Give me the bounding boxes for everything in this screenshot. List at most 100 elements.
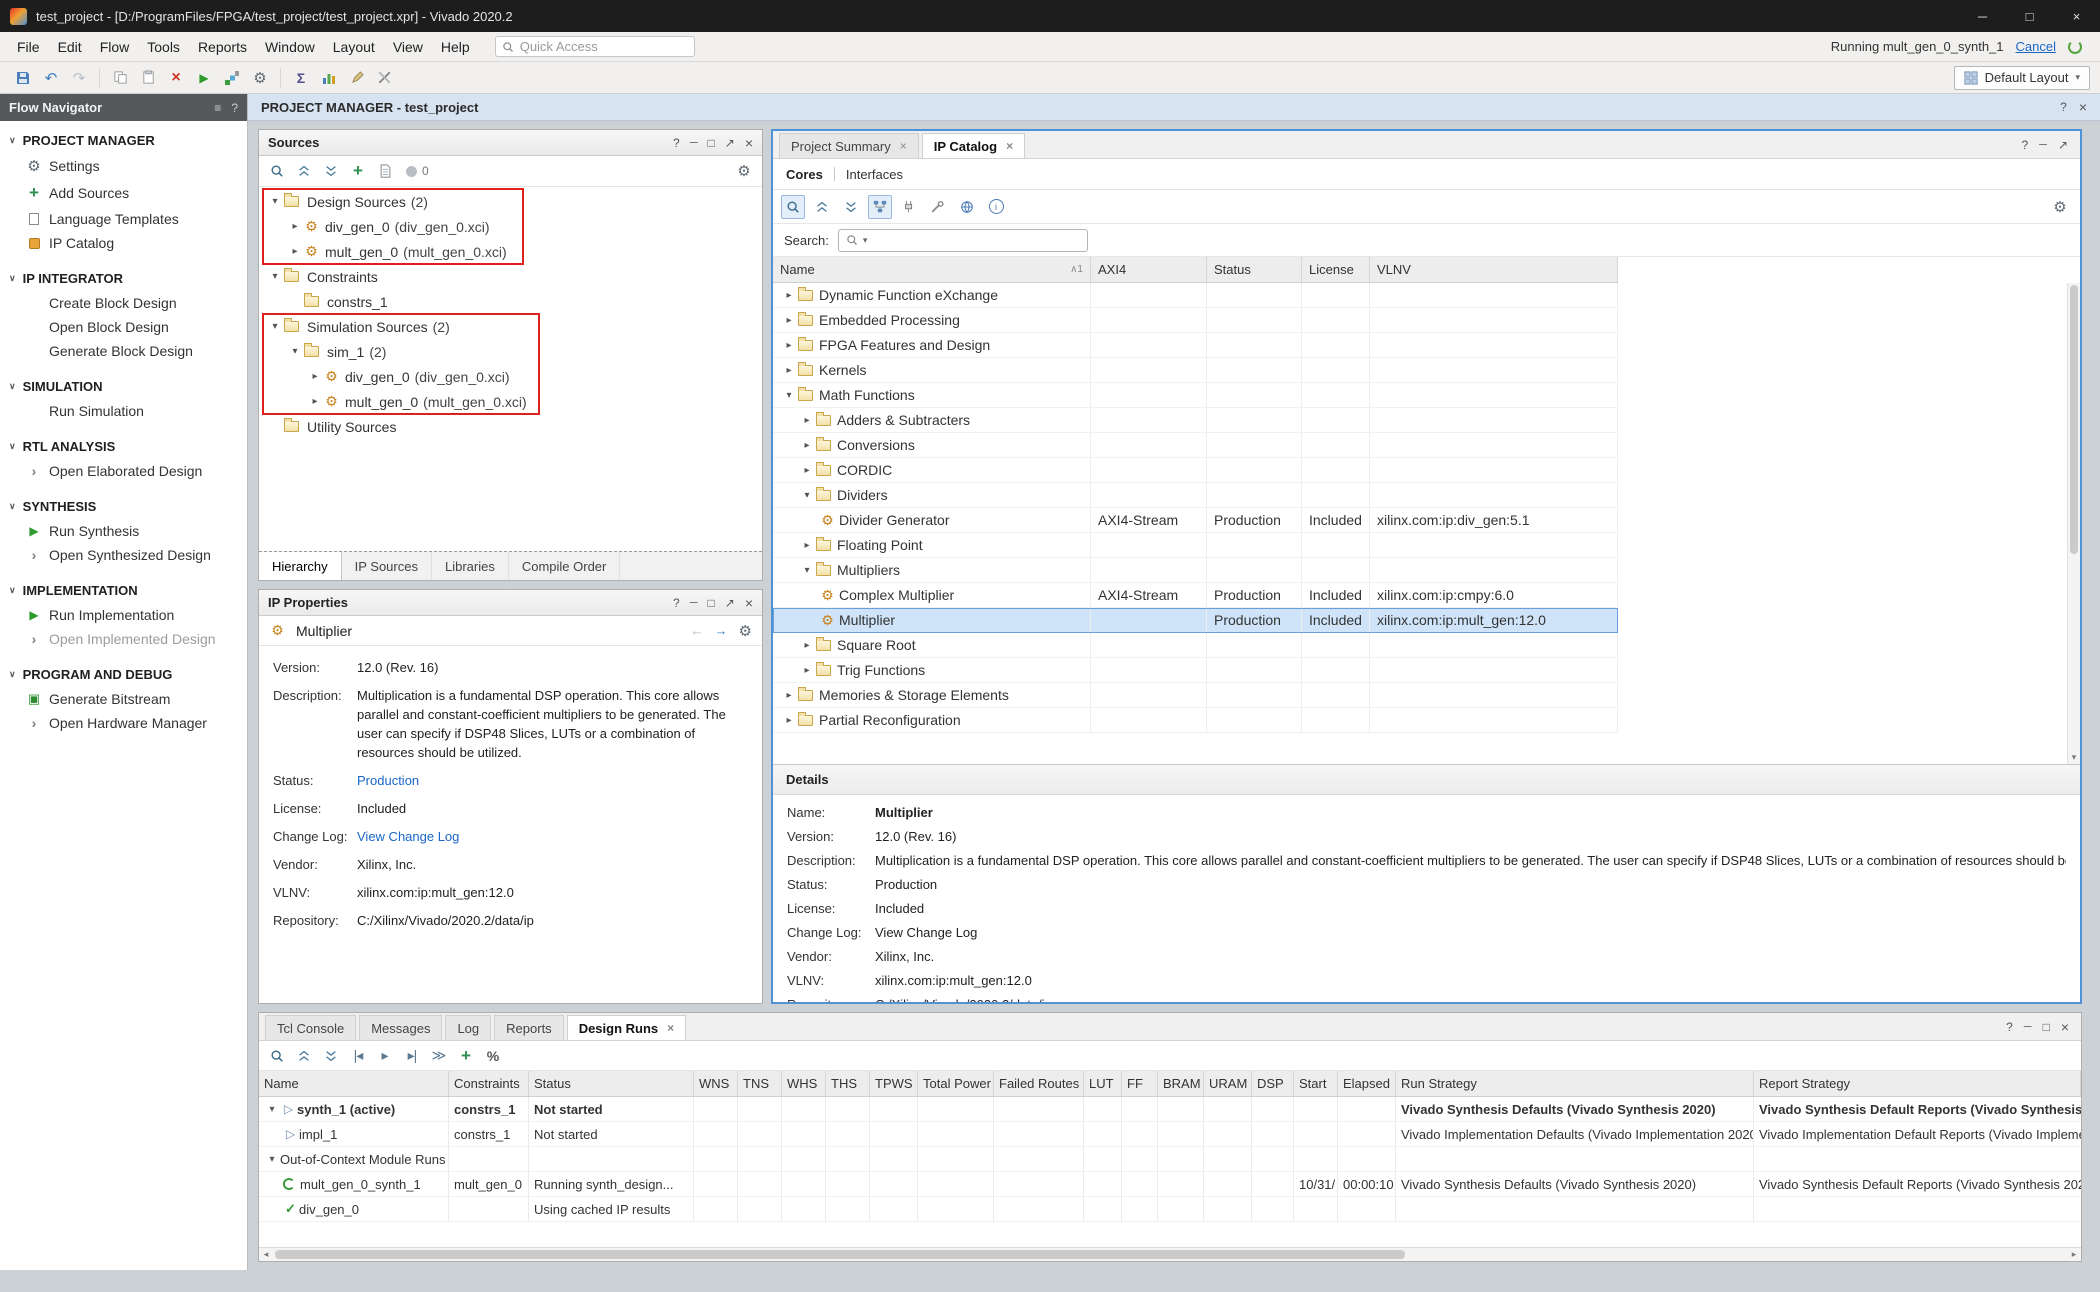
create-run-button[interactable] [454, 1044, 478, 1068]
scroll-right-icon[interactable] [2067, 1248, 2081, 1261]
tab-hierarchy[interactable]: Hierarchy [259, 552, 342, 580]
flow-item-generate-bitstream[interactable]: Generate Bitstream [0, 687, 247, 711]
collapse-all-button[interactable] [292, 1044, 316, 1068]
copy-button[interactable] [107, 65, 133, 91]
subtab-interfaces[interactable]: Interfaces [846, 167, 903, 182]
tools-button[interactable] [372, 65, 398, 91]
collapse-arrow-icon[interactable] [799, 565, 815, 576]
expand-arrow-icon[interactable] [799, 440, 815, 451]
column-header[interactable]: DSP [1252, 1071, 1294, 1096]
expand-all-button[interactable] [319, 1044, 343, 1068]
expand-arrow-icon[interactable] [781, 315, 797, 326]
catalog-row-multiplier-selected[interactable]: MultiplierProductionIncludedxilinx.com:i… [773, 608, 1618, 633]
flow-item-generate-block-design[interactable]: Generate Block Design [0, 339, 247, 363]
expand-arrow-icon[interactable] [799, 540, 815, 551]
flow-item-run-implementation[interactable]: Run Implementation [0, 603, 247, 627]
column-header[interactable]: THS [826, 1071, 870, 1096]
section-header[interactable]: IP INTEGRATOR [0, 266, 247, 291]
catalog-row[interactable]: Memories & Storage Elements [773, 683, 1618, 708]
close-layout-icon[interactable] [2079, 99, 2087, 115]
scrollbar-thumb[interactable] [275, 1250, 1405, 1259]
collapse-arrow-icon[interactable] [264, 1104, 280, 1115]
minimize-panel-icon[interactable] [2024, 1019, 2032, 1035]
search-button[interactable] [265, 1044, 289, 1068]
subtab-cores[interactable]: Cores [786, 167, 823, 182]
menu-flow[interactable]: Flow [91, 32, 139, 61]
tree-row-constrs-1[interactable]: constrs_1 [259, 289, 762, 314]
catalog-row[interactable]: FPGA Features and Design [773, 333, 1618, 358]
tab-compile-order[interactable]: Compile Order [509, 552, 621, 580]
report-summary-button[interactable] [288, 65, 314, 91]
collapse-arrow-icon[interactable] [267, 196, 283, 207]
catalog-row[interactable]: Trig Functions [773, 658, 1618, 683]
close-panel-icon[interactable] [745, 595, 753, 611]
collapse-arrow-icon[interactable] [781, 390, 797, 401]
column-header[interactable]: Total Power [918, 1071, 994, 1096]
cancel-link[interactable]: Cancel [2016, 39, 2056, 54]
minimize-button[interactable]: ─ [1959, 0, 2006, 32]
redo-button[interactable] [66, 65, 92, 91]
tree-row-simulation-sources[interactable]: Simulation Sources(2) [259, 314, 762, 339]
launch-runs-button[interactable] [373, 1044, 397, 1068]
expand-arrow-icon[interactable] [781, 365, 797, 376]
flow-item-ip-catalog[interactable]: IP Catalog [0, 231, 247, 255]
flow-steps-button[interactable] [219, 65, 245, 91]
settings-button[interactable] [247, 65, 273, 91]
column-header[interactable]: FF [1122, 1071, 1158, 1096]
help-icon[interactable] [2006, 1019, 2013, 1035]
horizontal-scrollbar[interactable] [259, 1247, 2081, 1261]
menu-layout[interactable]: Layout [324, 32, 384, 61]
section-header[interactable]: SIMULATION [0, 374, 247, 399]
ip-properties-header[interactable]: IP Properties [259, 590, 762, 616]
delete-button[interactable] [163, 65, 189, 91]
search-button[interactable] [781, 195, 805, 219]
catalog-row[interactable]: Dividers [773, 483, 1618, 508]
scroll-down-icon[interactable] [2068, 752, 2080, 763]
open-file-button[interactable] [373, 159, 397, 183]
menu-file[interactable]: File [8, 32, 49, 61]
collapse-arrow-icon[interactable] [799, 490, 815, 501]
flow-item-open-synthesized-design[interactable]: Open Synthesized Design [0, 543, 247, 567]
expand-arrow-icon[interactable] [307, 396, 323, 407]
maximize-panel-icon[interactable] [725, 135, 735, 151]
expand-arrow-icon[interactable] [781, 290, 797, 301]
column-header[interactable]: BRAM [1158, 1071, 1204, 1096]
close-tab-icon[interactable] [900, 139, 907, 153]
group-by-category-button[interactable] [868, 195, 892, 219]
column-header[interactable]: URAM [1204, 1071, 1252, 1096]
expand-arrow-icon[interactable] [781, 340, 797, 351]
flow-item-create-block-design[interactable]: Create Block Design [0, 291, 247, 315]
catalog-row[interactable]: Multipliers [773, 558, 1618, 583]
flow-item-open-implemented-design[interactable]: Open Implemented Design [0, 627, 247, 651]
column-header[interactable]: WHS [782, 1071, 826, 1096]
minimize-panel-icon[interactable] [2039, 138, 2047, 152]
float-panel-icon[interactable] [708, 595, 715, 611]
help-icon[interactable] [673, 595, 680, 611]
collapse-arrow-icon[interactable] [264, 1154, 280, 1165]
catalog-row[interactable]: Floating Point [773, 533, 1618, 558]
section-header[interactable]: PROJECT MANAGER [0, 128, 247, 153]
chart-button[interactable] [316, 65, 342, 91]
settings-gear-button[interactable] [2048, 195, 2072, 219]
column-header[interactable]: Status [529, 1071, 694, 1096]
tree-row-constraints[interactable]: Constraints [259, 264, 762, 289]
column-header[interactable]: TNS [738, 1071, 782, 1096]
column-header-license[interactable]: License [1302, 257, 1370, 282]
expand-arrow-icon[interactable] [799, 665, 815, 676]
menu-view[interactable]: View [384, 32, 432, 61]
help-icon[interactable] [673, 135, 680, 151]
design-run-row-synth-1[interactable]: synth_1 (active) constrs_1 Not started V… [259, 1097, 2081, 1122]
tab-project-summary[interactable]: Project Summary [779, 133, 919, 158]
undo-button[interactable] [38, 65, 64, 91]
expand-arrow-icon[interactable] [799, 640, 815, 651]
flow-item-open-hardware-manager[interactable]: Open Hardware Manager [0, 711, 247, 735]
column-header[interactable]: Report Strategy [1754, 1071, 2081, 1096]
column-header[interactable]: Elapsed [1338, 1071, 1396, 1096]
float-panel-icon[interactable] [708, 135, 715, 151]
column-header[interactable]: Constraints [449, 1071, 529, 1096]
tree-row-mult-gen-0[interactable]: mult_gen_0(mult_gen_0.xci) [259, 239, 762, 264]
tree-row-div-gen-0[interactable]: div_gen_0(div_gen_0.xci) [259, 214, 762, 239]
panel-menu-icon[interactable] [214, 101, 221, 115]
add-repository-button[interactable] [897, 195, 921, 219]
column-header-axi4[interactable]: AXI4 [1091, 257, 1207, 282]
